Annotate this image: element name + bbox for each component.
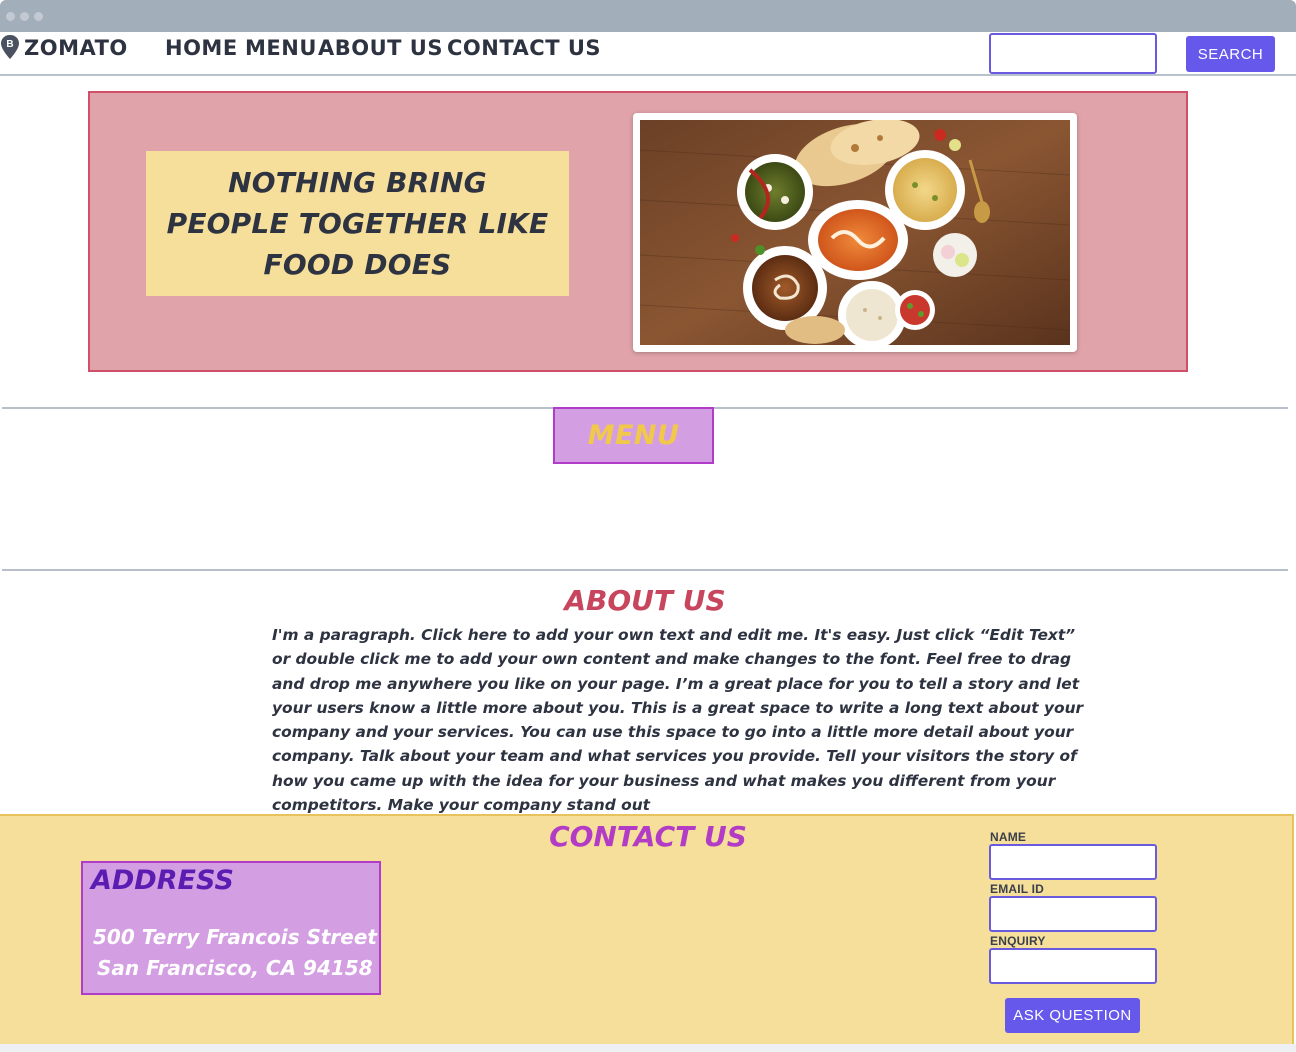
ask-question-button[interactable]: ASK QUESTION bbox=[1005, 998, 1140, 1033]
address-card: ADDRESS 500 Terry Francois Street San Fr… bbox=[81, 861, 381, 995]
window-minimize-dot[interactable] bbox=[20, 12, 29, 21]
menu-section-title: MENU bbox=[587, 420, 680, 451]
nav-about-us[interactable]: ABOUT US bbox=[318, 36, 443, 60]
address-title: ADDRESS bbox=[91, 865, 234, 896]
search-input[interactable] bbox=[989, 33, 1157, 74]
hero-tagline-box: NOTHING BRING PEOPLE TOGETHER LIKE FOOD … bbox=[146, 151, 569, 296]
contact-section: CONTACT US ADDRESS 500 Terry Francois St… bbox=[0, 814, 1294, 1044]
hero-image-frame bbox=[633, 113, 1077, 352]
search-button[interactable]: SEARCH bbox=[1186, 36, 1275, 72]
address-street: 500 Terry Francois Street bbox=[93, 925, 377, 949]
address-city: San Francisco, CA 94158 bbox=[97, 956, 373, 980]
logo-letter: B bbox=[6, 39, 13, 50]
about-title: ABOUT US bbox=[564, 584, 726, 617]
enquiry-field[interactable] bbox=[989, 948, 1157, 984]
menu-section-title-box: MENU bbox=[553, 407, 714, 464]
map-pin-icon: B bbox=[1, 35, 19, 59]
enquiry-label: ENQUIRY bbox=[990, 934, 1046, 948]
window-maximize-dot[interactable] bbox=[34, 12, 43, 21]
email-label: EMAIL ID bbox=[990, 882, 1045, 896]
about-paragraph: I'm a paragraph. Click here to add your … bbox=[272, 626, 1084, 815]
window-titlebar bbox=[0, 0, 1296, 32]
name-field[interactable] bbox=[989, 844, 1157, 880]
window-bottom-edge bbox=[0, 1044, 1296, 1052]
indian-food-photo bbox=[640, 120, 1070, 345]
navbar: B ZOMATO HOME MENU ABOUT US CONTACT US S… bbox=[0, 32, 1296, 76]
nav-menu[interactable]: MENU bbox=[245, 36, 317, 60]
nav-home[interactable]: HOME bbox=[165, 36, 238, 60]
nav-contact-us[interactable]: CONTACT US bbox=[447, 36, 601, 60]
hero-tagline: NOTHING BRING PEOPLE TOGETHER LIKE FOOD … bbox=[166, 166, 549, 281]
window-close-dot[interactable] bbox=[6, 12, 15, 21]
hero-banner: NOTHING BRING PEOPLE TOGETHER LIKE FOOD … bbox=[88, 91, 1188, 372]
brand-logo[interactable]: ZOMATO bbox=[24, 36, 128, 60]
email-field[interactable] bbox=[989, 896, 1157, 932]
name-label: NAME bbox=[990, 830, 1027, 844]
divider bbox=[2, 569, 1288, 571]
